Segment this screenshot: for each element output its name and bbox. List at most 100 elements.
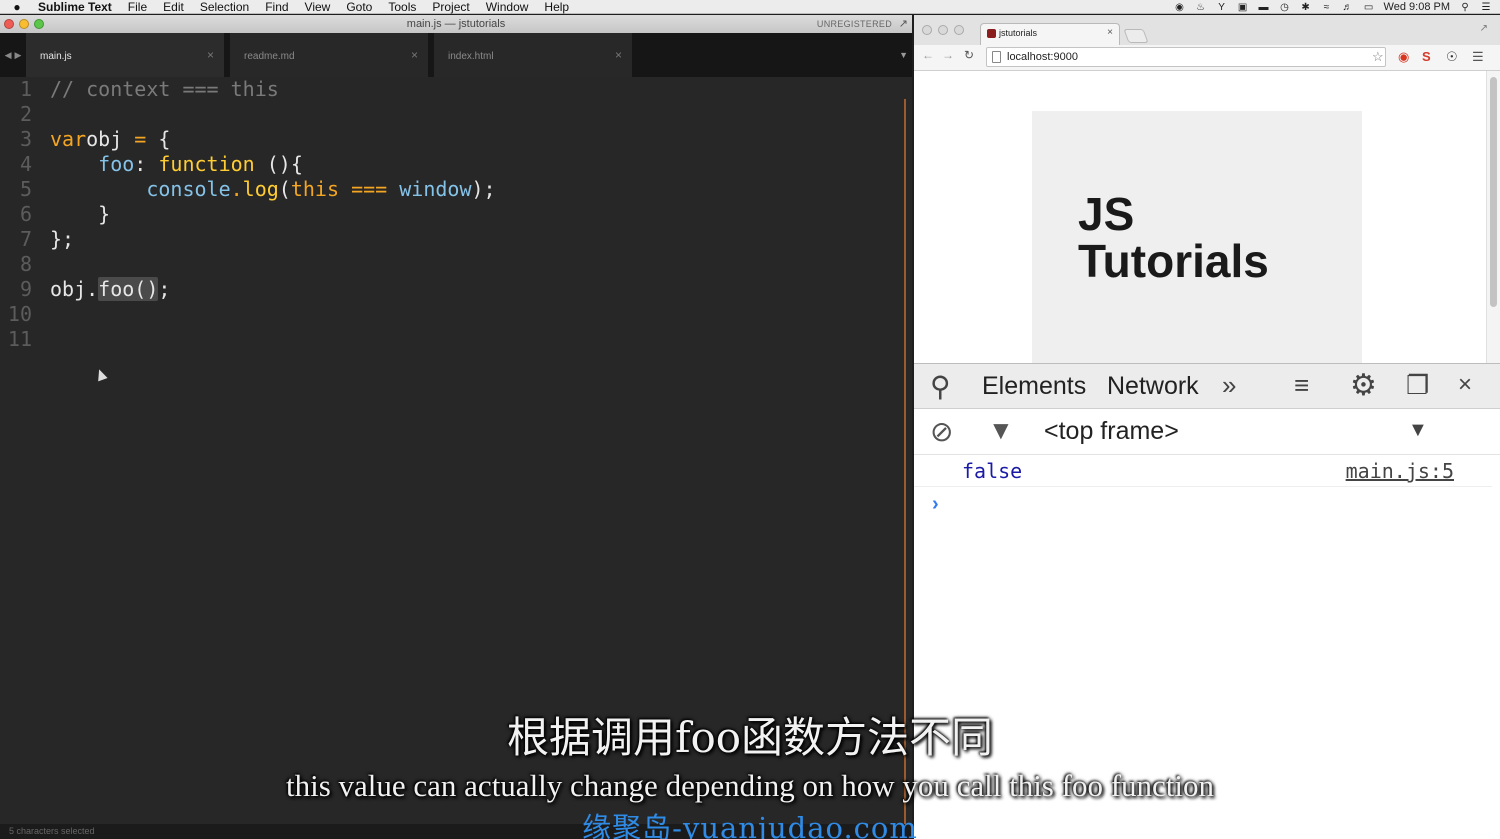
console-log-row: false main.js:5 [914,455,1492,487]
bluetooth-icon[interactable]: ✱ [1300,2,1312,13]
line-number: 11 [7,327,32,351]
editor-tab-bar: ◀ ▶ main.js × readme.md × index.html × ▼ [0,33,912,77]
fullscreen-icon[interactable]: ↗ [1480,23,1488,34]
page-scrollbar[interactable] [1486,71,1500,363]
code-line[interactable]: console.log(this === window); [50,177,508,202]
menu-tools[interactable]: Tools [380,0,424,14]
reload-icon[interactable]: ↻ [964,48,974,62]
scrollbar-thumb[interactable] [1490,77,1497,307]
extension-s-icon[interactable]: S [1422,49,1431,65]
menu-app-name[interactable]: Sublime Text [34,0,120,14]
line-number: 1 [19,77,32,101]
console-drawer-icon[interactable]: ≡ [1294,370,1309,401]
browser-window-controls [922,25,964,35]
notification-center-icon[interactable]: ☰ [1480,2,1492,13]
tab-nav-arrows: ◀ ▶ [0,33,26,77]
record-icon[interactable]: ◉ [1174,2,1186,13]
apple-icon[interactable]: ● [0,0,34,14]
tab-main-js[interactable]: main.js × [26,33,224,77]
code-lines[interactable]: // context === this varobj = { foo: func… [50,77,508,352]
close-icon[interactable]: × [615,48,622,62]
hero-title-line-1: JS [1078,188,1135,240]
antenna-icon[interactable]: Y [1216,2,1228,13]
bookmark-star-icon[interactable]: ☆ [1372,49,1384,65]
code-line[interactable]: }; [50,227,508,252]
console-prompt-icon[interactable]: › [932,493,939,516]
menu-find[interactable]: Find [257,0,296,14]
close-window-button[interactable] [4,19,14,29]
frame-selector[interactable]: <top frame> [1044,417,1179,446]
menu-clock[interactable]: Wed 9:08 PM [1384,1,1450,13]
menu-window[interactable]: Window [478,0,537,14]
back-arrow-icon[interactable]: ← [922,48,934,62]
extension-stop-icon[interactable]: ◉ [1398,49,1409,65]
hero-title: JS Tutorials [1078,191,1269,285]
menu-project[interactable]: Project [424,0,477,14]
clear-console-icon[interactable]: ⊘ [930,415,953,448]
close-icon[interactable]: × [207,48,214,62]
window-controls [4,19,44,29]
chevron-down-icon[interactable]: ▼ [1408,419,1428,442]
menu-goto[interactable]: Goto [338,0,380,14]
line-number: 3 [19,127,32,151]
extension-ring-icon[interactable]: ☉ [1446,49,1458,65]
subtitle-english: this value can actually change depending… [285,768,1215,803]
browser-tab[interactable]: jstutorials × [980,23,1120,45]
sublime-titlebar: main.js — jstutorials UNREGISTERED ↗ [0,15,912,33]
code-line[interactable]: } [50,202,508,227]
tab-prev-icon[interactable]: ◀ [5,50,12,61]
console-log-value: false [962,459,1023,483]
more-tabs-chevron-icon[interactable]: » [1222,370,1236,401]
fullscreen-icon[interactable]: ↗ [899,15,908,33]
code-line[interactable]: obj.foo(); [50,277,508,302]
console-log-source-link[interactable]: main.js:5 [1346,459,1454,483]
code-line[interactable] [50,327,508,352]
code-line[interactable] [50,252,508,277]
code-line[interactable]: foo: function (){ [50,152,508,177]
page-icon [992,51,1001,63]
new-tab-button[interactable] [1123,29,1149,43]
hero-card: JS Tutorials [1032,111,1362,363]
zoom-window-button[interactable] [34,19,44,29]
forward-arrow-icon[interactable]: → [942,48,954,62]
search-icon[interactable]: ⚲ [930,370,951,403]
menu-selection[interactable]: Selection [192,0,257,14]
dock-side-icon[interactable]: ❐ [1406,370,1429,401]
code-line[interactable]: // context === this [50,77,508,102]
line-number: 2 [19,102,32,126]
wifi-icon[interactable]: ≈ [1321,2,1333,13]
chrome-menu-icon[interactable]: ☰ [1472,49,1484,65]
tab-network[interactable]: Network [1107,372,1199,401]
filter-icon[interactable]: ▼ [988,415,1014,446]
close-icon[interactable]: × [411,48,418,62]
volume-icon[interactable]: ♬ [1342,2,1354,13]
tab-index-html[interactable]: index.html × [434,33,632,77]
menu-edit[interactable]: Edit [155,0,192,14]
address-bar[interactable]: localhost:9000 [986,47,1386,67]
tab-readme-md[interactable]: readme.md × [230,33,428,77]
spotlight-search-icon[interactable]: ⚲ [1459,2,1471,13]
time-machine-icon[interactable]: ◷ [1279,2,1291,13]
gear-icon[interactable]: ⚙ [1350,368,1377,403]
menu-view[interactable]: View [297,0,339,14]
browser-tab-strip: jstutorials × ↗ [914,15,1500,45]
menu-help[interactable]: Help [536,0,577,14]
close-icon[interactable]: × [1107,27,1113,38]
tab-label: main.js [40,51,72,62]
battery-icon[interactable]: ▭ [1363,2,1375,13]
airplay-icon[interactable]: ▣ [1237,2,1249,13]
browser-close-button[interactable] [922,25,932,35]
code-line[interactable]: varobj = { [50,127,508,152]
close-icon[interactable]: × [1458,371,1472,399]
minimize-window-button[interactable] [19,19,29,29]
code-line[interactable] [50,302,508,327]
tab-list-dropdown-icon[interactable]: ▼ [899,50,908,60]
bell-icon[interactable]: ♨ [1195,2,1207,13]
tab-elements[interactable]: Elements [982,372,1086,401]
browser-zoom-button[interactable] [954,25,964,35]
code-line[interactable] [50,102,508,127]
menu-file[interactable]: File [120,0,155,14]
tab-next-icon[interactable]: ▶ [15,50,22,61]
battery-box-icon[interactable]: ▬ [1258,2,1270,13]
browser-minimize-button[interactable] [938,25,948,35]
